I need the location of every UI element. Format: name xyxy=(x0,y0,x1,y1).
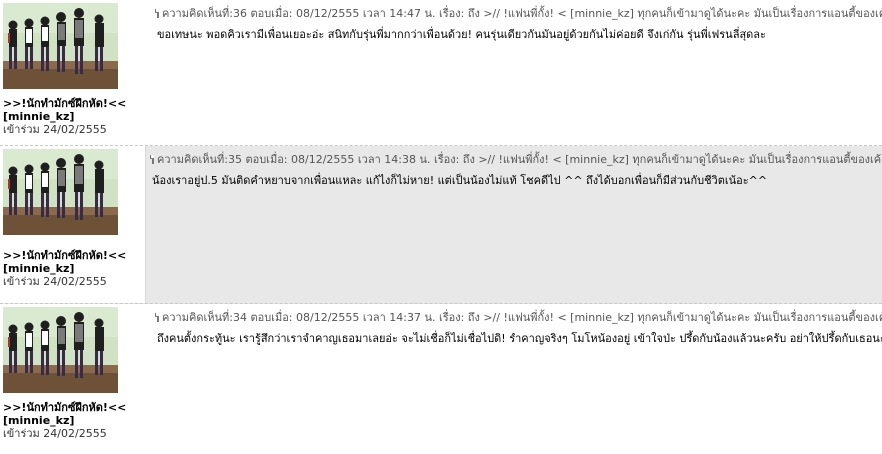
username-link[interactable]: >>!นักทำมักซ์ฝึกหัด!<< [minnie_kz] xyxy=(3,97,146,123)
comment-content: ความคิดเห็นที่:36 ตอบเมื่อ: 08/12/2555 เ… xyxy=(155,7,882,42)
join-date: เข้าร่วม 24/02/2555 xyxy=(3,275,107,288)
comment-post: >>!นักทำมักซ์ฝึกหัด!<< [minnie_kz] เข้าร… xyxy=(0,304,882,454)
comment-meta-text[interactable]: ความคิดเห็นที่:34 ตอบเมื่อ: 08/12/2555 เ… xyxy=(162,311,882,324)
user-info-panel: >>!นักทำมักซ์ฝึกหัด!<< [minnie_kz] เข้าร… xyxy=(0,304,146,454)
comment-post: >>!นักทำมักซ์ฝึกหัด!<< [minnie_kz] เข้าร… xyxy=(0,146,882,304)
comment-meta: ความคิดเห็นที่:35 ตอบเมื่อ: 08/12/2555 เ… xyxy=(150,153,882,166)
join-date: เข้าร่วม 24/02/2555 xyxy=(3,427,107,440)
user-info-panel: >>!นักทำมักซ์ฝึกหัด!<< [minnie_kz] เข้าร… xyxy=(0,146,146,303)
comment-content: ความคิดเห็นที่:35 ตอบเมื่อ: 08/12/2555 เ… xyxy=(150,153,882,188)
comment-meta: ความคิดเห็นที่:34 ตอบเมื่อ: 08/12/2555 เ… xyxy=(155,311,882,324)
comment-body: น้องเราอยู่ป.5 มันติดคำหยาบจากเพื่อนแหละ… xyxy=(152,174,768,187)
avatar[interactable] xyxy=(3,307,118,393)
username-link[interactable]: >>!นักทำมักซ์ฝึกหัด!<< [minnie_kz] xyxy=(3,249,145,275)
comment-meta-text[interactable]: ความคิดเห็นที่:35 ตอบเมื่อ: 08/12/2555 เ… xyxy=(157,153,882,166)
avatar[interactable] xyxy=(3,3,118,89)
join-date: เข้าร่วม 24/02/2555 xyxy=(3,123,107,136)
comment-body: ขอเทษนะ พอดคิวเรามีเพื่อนเยอะอ่ะ สนิทกับ… xyxy=(157,28,766,41)
comment-body: ถึงคนตั้งกระทู้นะ เรารู้สึกว่าเราจำคาญเธ… xyxy=(157,332,882,345)
avatar[interactable] xyxy=(3,149,118,235)
comment-content: ความคิดเห็นที่:34 ตอบเมื่อ: 08/12/2555 เ… xyxy=(155,311,882,346)
username-link[interactable]: >>!นักทำมักซ์ฝึกหัด!<< [minnie_kz] xyxy=(3,401,146,427)
user-info-panel: >>!นักทำมักซ์ฝึกหัด!<< [minnie_kz] เข้าร… xyxy=(0,0,146,145)
document-icon xyxy=(155,9,159,18)
document-icon xyxy=(155,313,159,322)
comment-meta: ความคิดเห็นที่:36 ตอบเมื่อ: 08/12/2555 เ… xyxy=(155,7,882,20)
comment-post: >>!นักทำมักซ์ฝึกหัด!<< [minnie_kz] เข้าร… xyxy=(0,0,882,146)
document-icon xyxy=(150,155,154,164)
comment-meta-text[interactable]: ความคิดเห็นที่:36 ตอบเมื่อ: 08/12/2555 เ… xyxy=(162,7,882,20)
